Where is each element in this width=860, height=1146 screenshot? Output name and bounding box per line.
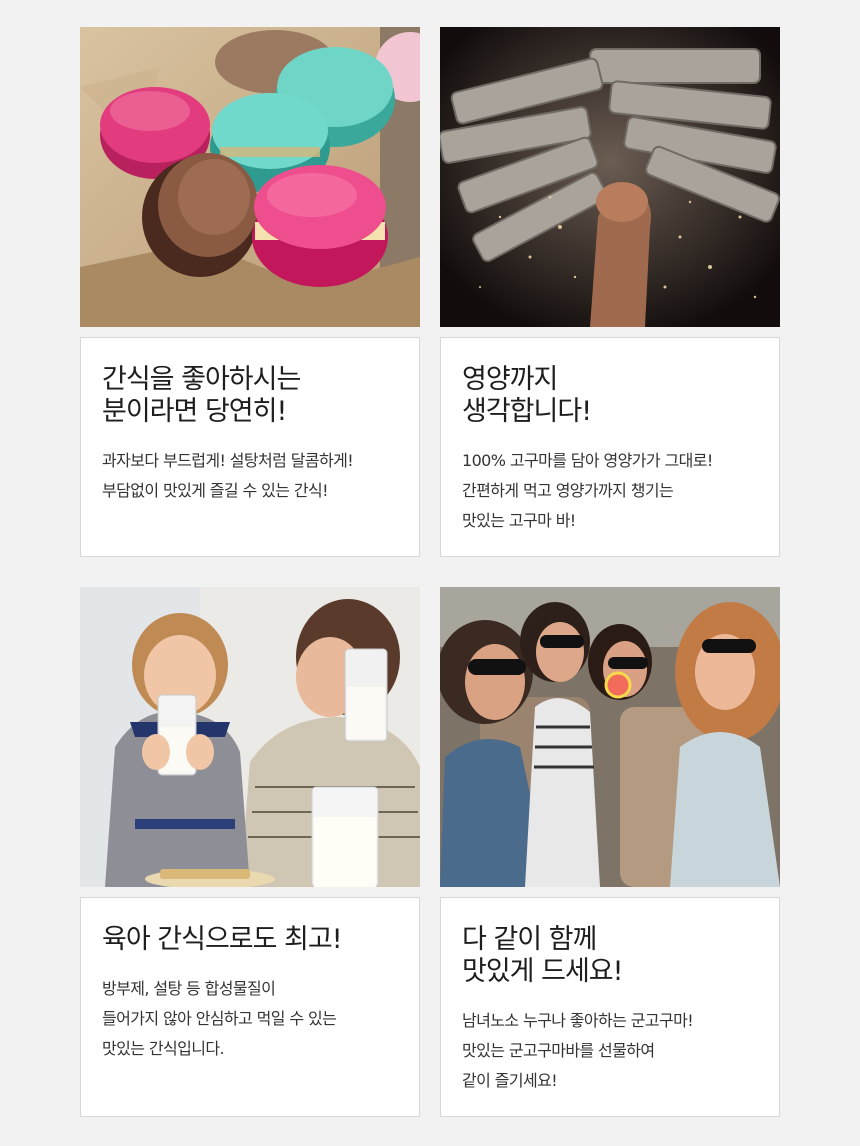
feature-headline: 영양까지 생각합니다! — [462, 364, 592, 427]
mother-daughter-milk-photo — [80, 587, 420, 887]
feature-description: 과자보다 부드럽게! 설탕처럼 달콤하게! 부담없이 맛있게 즐길 수 있는 간… — [102, 451, 354, 500]
feature-description: 방부제, 설탕 등 합성물질이 들어가지 않아 안심하고 먹일 수 있는 맛있는… — [102, 979, 337, 1058]
feature-description: 남녀노소 누구나 좋아하는 군고구마! 맛있는 군고구마바를 선물하여 같이 즐… — [462, 1011, 694, 1090]
breaking-bars-photo — [440, 27, 780, 327]
feature-text-box: 육아 간식으로도 최고! 방부제, 설탕 등 합성물질이 들어가지 않아 안심하… — [80, 897, 420, 1117]
feature-card-together: 다 같이 함께 맛있게 드세요! 남녀노소 누구나 좋아하는 군고구마! 맛있는… — [440, 587, 780, 1117]
feature-text-box: 영양까지 생각합니다! 100% 고구마를 담아 영양가가 그대로! 간편하게 … — [440, 337, 780, 557]
feature-card-nutrition: 영양까지 생각합니다! 100% 고구마를 담아 영양가가 그대로! 간편하게 … — [440, 27, 780, 557]
feature-card-snack: 간식을 좋아하시는 분이라면 당연히! 과자보다 부드럽게! 설탕처럼 달콤하게… — [80, 27, 420, 557]
feature-text-box: 간식을 좋아하시는 분이라면 당연히! 과자보다 부드럽게! 설탕처럼 달콤하게… — [80, 337, 420, 557]
feature-text-box: 다 같이 함께 맛있게 드세요! 남녀노소 누구나 좋아하는 군고구마! 맛있는… — [440, 897, 780, 1117]
feature-headline: 육아 간식으로도 최고! — [102, 924, 343, 955]
friends-in-car-photo — [440, 587, 780, 887]
feature-card-childcare: 육아 간식으로도 최고! 방부제, 설탕 등 합성물질이 들어가지 않아 안심하… — [80, 587, 420, 1117]
feature-headline: 간식을 좋아하시는 분이라면 당연히! — [102, 364, 301, 427]
feature-description: 100% 고구마를 담아 영양가가 그대로! 간편하게 먹고 영양가까지 챙기는… — [462, 451, 713, 530]
macarons-photo — [80, 27, 420, 327]
feature-headline: 다 같이 함께 맛있게 드세요! — [462, 924, 623, 987]
